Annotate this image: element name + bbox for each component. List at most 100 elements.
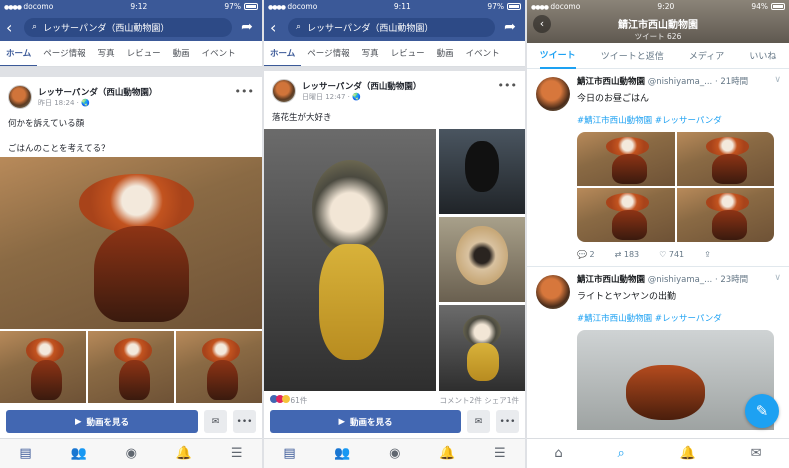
profile-title: 鯖江市西山動物園: [618, 20, 698, 31]
tab-events[interactable]: イベント: [460, 41, 506, 66]
share-count[interactable]: シェア1件: [484, 396, 519, 405]
messenger-button[interactable]: ✉: [467, 410, 490, 433]
chevron-down-icon[interactable]: ∨: [774, 75, 781, 85]
home-icon[interactable]: ⌂: [554, 446, 562, 461]
news-feed-icon[interactable]: ▤: [283, 446, 295, 461]
more-options-icon[interactable]: •••: [498, 79, 517, 92]
news-feed-icon[interactable]: ▤: [19, 446, 31, 461]
hashtags[interactable]: #鯖江市西山動物園 #レッサーパンダ: [577, 114, 781, 126]
groups-icon[interactable]: ◉: [389, 446, 400, 461]
comment-count[interactable]: コメント2件: [440, 396, 482, 405]
page-name[interactable]: レッサーパンダ（西山動物園）: [302, 80, 421, 92]
tab-likes[interactable]: いいね: [749, 49, 776, 62]
friends-icon[interactable]: 👥: [334, 446, 350, 461]
tab-tweets-replies[interactable]: ツイートと返信: [601, 49, 664, 62]
groups-icon[interactable]: ◉: [126, 446, 137, 461]
red-panda-photo[interactable]: [88, 331, 174, 403]
watch-video-button[interactable]: ▶ 動画を見る: [270, 410, 461, 433]
status-bar: ●●●● docomo 9:11 97%: [264, 0, 525, 13]
tab-page-info[interactable]: ページ情報: [37, 41, 91, 66]
gibbon-photo[interactable]: [439, 129, 525, 214]
share-icon[interactable]: ➦: [238, 19, 256, 35]
tab-photos[interactable]: 写真: [356, 41, 385, 66]
more-button[interactable]: •••: [496, 410, 519, 433]
facebook-panel-2: ●●●● docomo 9:11 97% ‹ ⌕ レッサーパンダ（西山動物園） ➦…: [264, 0, 525, 468]
chevron-down-icon[interactable]: ∨: [774, 273, 781, 283]
tweet[interactable]: ∨ 鯖江市西山動物園 @nishiyama_... · 21時間 今日のお昼ごは…: [527, 69, 789, 267]
battery-icon: [506, 3, 521, 10]
red-panda-photo[interactable]: [176, 331, 262, 403]
tab-home[interactable]: ホーム: [264, 41, 302, 66]
more-button[interactable]: •••: [233, 410, 256, 433]
share-icon[interactable]: ➦: [501, 19, 519, 35]
author-name[interactable]: 鯖江市西山動物園: [577, 275, 645, 285]
post-line: ごはんのことを考えてる？: [8, 144, 110, 154]
tab-reviews[interactable]: レビュー: [385, 41, 431, 66]
watch-video-button[interactable]: ▶ 動画を見る: [6, 410, 198, 433]
tab-media[interactable]: メディア: [689, 49, 724, 62]
notifications-icon[interactable]: 🔔: [176, 446, 192, 461]
squirrel-monkey-photo[interactable]: [439, 305, 525, 391]
media-grid: [577, 132, 774, 242]
tab-tweets[interactable]: ツイート: [539, 43, 576, 69]
red-panda-photo[interactable]: [0, 331, 86, 403]
avatar[interactable]: [8, 85, 32, 109]
tweet-time: · 23時間: [714, 275, 749, 285]
back-icon[interactable]: ‹: [6, 18, 18, 37]
avatar[interactable]: [272, 79, 296, 103]
search-text: レッサーパンダ（西山動物園）: [307, 23, 434, 34]
avatar[interactable]: [536, 275, 570, 309]
more-options-icon[interactable]: •••: [235, 85, 254, 98]
share-icon[interactable]: ⇪: [704, 250, 711, 259]
red-panda-photo[interactable]: [676, 188, 774, 242]
page-name[interactable]: レッサーパンダ（西山動物園）: [38, 86, 157, 98]
tab-videos[interactable]: 動画: [167, 41, 196, 66]
post-time: 昨日 18:24 · 🌏: [38, 99, 90, 107]
search-box[interactable]: ⌕ レッサーパンダ（西山動物園）: [288, 17, 495, 37]
retweet-button[interactable]: ⇄ 183: [615, 250, 640, 259]
tab-photos[interactable]: 写真: [92, 41, 121, 66]
bottom-nav: ▤ 👥 ◉ 🔔 ☰: [0, 438, 262, 468]
tab-home[interactable]: ホーム: [0, 41, 38, 66]
retweet-count: 183: [623, 249, 640, 259]
battery-icon: [243, 3, 258, 10]
reaction-bar[interactable]: 61件 コメント2件 シェア1件: [270, 395, 519, 406]
facebook-panel-1: ●●●● docomo 9:12 97% ‹ ⌕ レッサーパンダ（西山動物園） ➦…: [0, 0, 262, 468]
messenger-button[interactable]: ✉: [204, 410, 227, 433]
search-icon[interactable]: ⌕: [618, 446, 625, 461]
battery-level: 97%: [224, 2, 241, 11]
author-name[interactable]: 鯖江市西山動物園: [577, 77, 645, 87]
bottom-nav: ▤ 👥 ◉ 🔔 ☰: [264, 438, 525, 468]
search-box[interactable]: ⌕ レッサーパンダ（西山動物園）: [24, 17, 232, 37]
status-bar: ●●●● docomo 9:20 94%: [527, 0, 789, 13]
red-panda-photo[interactable]: [577, 188, 675, 242]
reply-button[interactable]: 💬 2: [577, 250, 595, 259]
compose-tweet-button[interactable]: ✎: [745, 394, 779, 428]
tab-reviews[interactable]: レビュー: [121, 41, 167, 66]
messenger-icon: ✉: [211, 416, 220, 427]
search-text: レッサーパンダ（西山動物園）: [43, 23, 170, 34]
friends-icon[interactable]: 👥: [71, 446, 87, 461]
tab-videos[interactable]: 動画: [431, 41, 460, 66]
menu-icon[interactable]: ☰: [231, 446, 243, 461]
menu-icon[interactable]: ☰: [494, 446, 506, 461]
squirrel-monkey-photo-main[interactable]: [264, 129, 436, 391]
play-icon: ▶: [338, 416, 346, 427]
notifications-icon[interactable]: 🔔: [439, 446, 455, 461]
reaction-count: 61件: [290, 396, 308, 405]
red-panda-photo[interactable]: [676, 132, 774, 186]
red-panda-photo-main[interactable]: [0, 157, 262, 329]
messages-icon[interactable]: ✉: [751, 446, 762, 461]
red-panda-photo[interactable]: [577, 132, 675, 186]
bottom-nav: ⌂ ⌕ 🔔 ✉: [527, 438, 789, 468]
hashtags[interactable]: #鯖江市西山動物園 #レッサーパンダ: [577, 312, 781, 324]
red-panda-photo[interactable]: [577, 330, 774, 430]
gibbon-photo[interactable]: [439, 217, 525, 302]
like-button[interactable]: ♡ 741: [659, 250, 684, 259]
tweet-time: · 21時間: [714, 77, 749, 87]
notifications-icon[interactable]: 🔔: [680, 446, 696, 461]
tab-page-info[interactable]: ページ情報: [301, 41, 355, 66]
back-icon[interactable]: ‹: [270, 18, 282, 37]
tab-events[interactable]: イベント: [196, 41, 242, 66]
avatar[interactable]: [536, 77, 570, 111]
